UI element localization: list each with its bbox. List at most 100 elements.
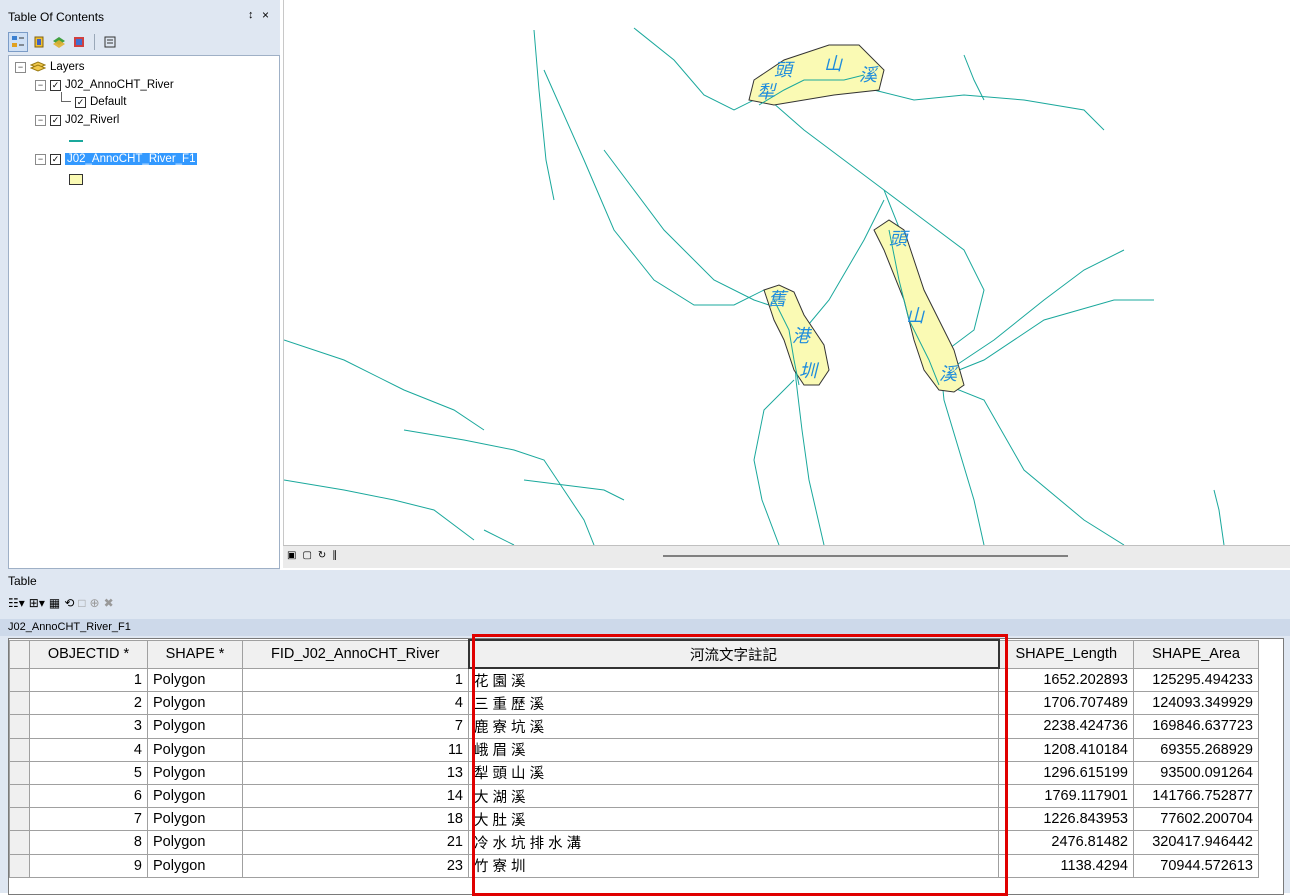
list-by-selection-icon[interactable] bbox=[70, 33, 88, 51]
table-cell[interactable]: 1296.615199 bbox=[998, 760, 1134, 785]
table-cell[interactable]: 11 bbox=[242, 737, 469, 762]
table-cell[interactable]: 1652.202893 bbox=[998, 667, 1134, 693]
table-cell[interactable]: 14 bbox=[242, 783, 469, 809]
visibility-checkbox[interactable]: ✓ bbox=[50, 153, 61, 165]
zoom-to-selected-icon[interactable]: ⊕ bbox=[90, 596, 100, 610]
column-header[interactable]: FID_J02_AnnoCHT_River bbox=[242, 639, 469, 669]
column-header[interactable]: SHAPE * bbox=[147, 639, 243, 669]
pause-icon[interactable]: ∥ bbox=[332, 550, 337, 561]
visibility-checkbox[interactable]: ✓ bbox=[75, 96, 86, 108]
table-cell[interactable]: 5 bbox=[29, 760, 148, 785]
table-cell[interactable]: 6 bbox=[29, 783, 148, 809]
table-cell[interactable]: 124093.349929 bbox=[1133, 691, 1259, 716]
list-by-source-icon[interactable] bbox=[30, 33, 48, 51]
table-cell[interactable]: 18 bbox=[242, 807, 469, 832]
collapse-icon[interactable]: − bbox=[15, 61, 26, 73]
table-cell[interactable]: 13 bbox=[242, 760, 469, 785]
options-icon[interactable] bbox=[101, 33, 119, 51]
table-cell[interactable]: Polygon bbox=[147, 760, 243, 785]
collapse-icon[interactable]: − bbox=[35, 114, 46, 126]
table-cell[interactable]: 大 湖 溪 bbox=[468, 783, 999, 809]
tree-row-layer2[interactable]: − ✓ J02_Riverl bbox=[35, 112, 119, 128]
table-cell[interactable]: Polygon bbox=[147, 667, 243, 693]
table-cell[interactable]: 峨 眉 溪 bbox=[468, 737, 999, 762]
table-cell[interactable]: 93500.091264 bbox=[1133, 760, 1259, 785]
table-cell[interactable]: 冷 水 坑 排 水 溝 bbox=[468, 830, 999, 855]
table-cell[interactable]: 1 bbox=[242, 667, 469, 693]
tree-row-layer1-default[interactable]: ✓ Default bbox=[75, 94, 126, 110]
row-selector[interactable] bbox=[9, 807, 30, 832]
table-row[interactable]: 6 Polygon 14 大 湖 溪 1769.117901 141766.75… bbox=[9, 783, 1259, 809]
row-selector-header[interactable] bbox=[9, 639, 30, 669]
table-cell[interactable]: 23 bbox=[242, 853, 469, 878]
table-cell[interactable]: 1138.4294 bbox=[998, 853, 1134, 878]
table-cell[interactable]: 4 bbox=[242, 691, 469, 716]
table-cell[interactable]: 1706.707489 bbox=[998, 691, 1134, 716]
tree-row-layer1[interactable]: − ✓ J02_AnnoCHT_River bbox=[35, 77, 174, 93]
table-cell[interactable]: 3 bbox=[29, 714, 148, 739]
table-cell[interactable]: 7 bbox=[242, 714, 469, 739]
collapse-icon[interactable]: − bbox=[35, 79, 46, 91]
table-row[interactable]: 7 Polygon 18 大 肚 溪 1226.843953 77602.200… bbox=[9, 807, 1259, 832]
table-cell[interactable]: 鹿 寮 坑 溪 bbox=[468, 714, 999, 739]
row-selector[interactable] bbox=[9, 853, 30, 878]
switch-selection-icon[interactable]: ⟲ bbox=[64, 596, 74, 610]
table-cell[interactable]: 69355.268929 bbox=[1133, 737, 1259, 762]
table-row[interactable]: 1 Polygon 1 花 園 溪 1652.202893 125295.494… bbox=[9, 667, 1259, 693]
table-cell[interactable]: 125295.494233 bbox=[1133, 667, 1259, 693]
table-cell[interactable]: 2476.81482 bbox=[998, 830, 1134, 855]
table-row[interactable]: 2 Polygon 4 三 重 歷 溪 1706.707489 124093.3… bbox=[9, 691, 1259, 716]
table-cell[interactable]: 7 bbox=[29, 807, 148, 832]
row-selector[interactable] bbox=[9, 737, 30, 762]
close-icon[interactable]: × bbox=[262, 8, 269, 22]
table-cell[interactable]: 169846.637723 bbox=[1133, 714, 1259, 739]
table-cell[interactable]: 2238.424736 bbox=[998, 714, 1134, 739]
map-view[interactable]: 頭 山 溪 犁 頭 山 溪 舊 港 圳 bbox=[283, 0, 1290, 568]
table-cell[interactable]: 竹 寮 圳 bbox=[468, 853, 999, 878]
collapse-icon[interactable]: − bbox=[35, 153, 46, 165]
select-by-attributes-icon[interactable]: ▦ bbox=[49, 596, 60, 610]
table-cell[interactable]: 1 bbox=[29, 667, 148, 693]
table-cell[interactable]: 4 bbox=[29, 737, 148, 762]
table-cell[interactable]: 三 重 歷 溪 bbox=[468, 691, 999, 716]
delete-selected-icon[interactable]: ✖ bbox=[104, 596, 114, 610]
table-cell[interactable]: 2 bbox=[29, 691, 148, 716]
table-row[interactable]: 3 Polygon 7 鹿 寮 坑 溪 2238.424736 169846.6… bbox=[9, 714, 1259, 739]
table-cell[interactable]: 1226.843953 bbox=[998, 807, 1134, 832]
row-selector[interactable] bbox=[9, 760, 30, 785]
table-cell[interactable]: Polygon bbox=[147, 714, 243, 739]
list-by-drawing-order-icon[interactable] bbox=[8, 32, 28, 52]
data-view-icon[interactable]: ▣ bbox=[287, 550, 296, 561]
refresh-icon[interactable]: ↻ bbox=[318, 550, 326, 561]
table-cell[interactable]: 犁 頭 山 溪 bbox=[468, 760, 999, 785]
column-header[interactable]: 河流文字註記 bbox=[467, 639, 1000, 669]
list-by-visibility-icon[interactable] bbox=[50, 33, 68, 51]
column-header[interactable]: SHAPE_Length bbox=[998, 639, 1134, 669]
table-cell[interactable]: 大 肚 溪 bbox=[468, 807, 999, 832]
pin-icon[interactable]: ↕ bbox=[248, 9, 254, 21]
column-header[interactable]: OBJECTID * bbox=[29, 639, 148, 669]
column-header[interactable]: SHAPE_Area bbox=[1133, 639, 1259, 669]
table-options-icon[interactable]: ☷▾ bbox=[8, 596, 25, 610]
table-cell[interactable]: 70944.572613 bbox=[1133, 853, 1259, 878]
row-selector[interactable] bbox=[9, 783, 30, 809]
table-tab[interactable]: J02_AnnoCHT_River_F1 bbox=[0, 619, 1290, 636]
table-cell[interactable]: Polygon bbox=[147, 807, 243, 832]
row-selector[interactable] bbox=[9, 667, 30, 693]
table-cell[interactable]: Polygon bbox=[147, 691, 243, 716]
tree-row-layers[interactable]: − Layers bbox=[15, 59, 85, 75]
clear-selection-icon[interactable]: □ bbox=[78, 596, 85, 610]
related-tables-icon[interactable]: ⊞▾ bbox=[29, 596, 45, 610]
horizontal-scrollbar[interactable] bbox=[663, 555, 1068, 557]
table-cell[interactable]: 1769.117901 bbox=[998, 783, 1134, 809]
row-selector[interactable] bbox=[9, 714, 30, 739]
tree-row-layer3[interactable]: − ✓ J02_AnnoCHT_River_F1 bbox=[35, 151, 198, 167]
table-cell[interactable]: Polygon bbox=[147, 783, 243, 809]
table-cell[interactable]: 1208.410184 bbox=[998, 737, 1134, 762]
table-row[interactable]: 4 Polygon 11 峨 眉 溪 1208.410184 69355.268… bbox=[9, 737, 1259, 762]
table-cell[interactable]: 21 bbox=[242, 830, 469, 855]
table-cell[interactable]: 花 園 溪 bbox=[468, 667, 999, 693]
visibility-checkbox[interactable]: ✓ bbox=[50, 79, 61, 91]
table-cell[interactable]: Polygon bbox=[147, 737, 243, 762]
table-row[interactable]: 5 Polygon 13 犁 頭 山 溪 1296.615199 93500.0… bbox=[9, 760, 1259, 785]
